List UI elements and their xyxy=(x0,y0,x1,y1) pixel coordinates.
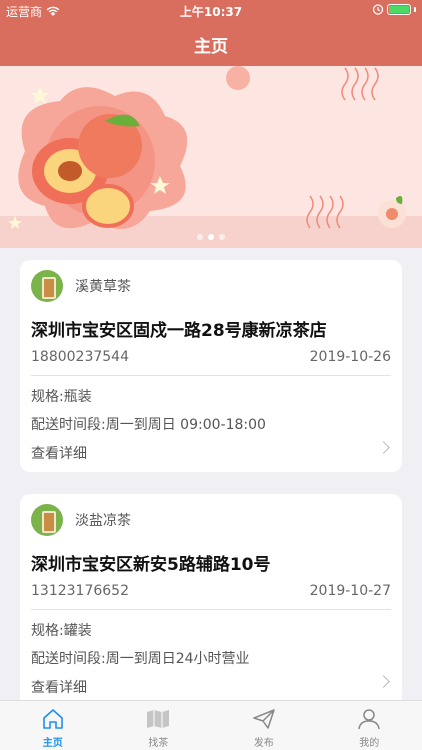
delivery-time: 配送时间段:周一到周日 09:00-18:00 xyxy=(31,417,266,433)
peach-banner-illustration xyxy=(0,66,422,248)
tea-name: 溪黄草茶 xyxy=(75,279,131,295)
view-detail-link[interactable]: 查看详细 xyxy=(31,677,87,697)
battery-tip xyxy=(414,6,416,12)
shop-address: 深圳市宝安区固戍一路28号康新凉茶店 xyxy=(31,321,327,341)
divider xyxy=(31,375,391,376)
pager-dot[interactable] xyxy=(219,234,225,240)
send-icon xyxy=(253,709,275,729)
spec-text: 规格:罐装 xyxy=(31,623,92,639)
battery-icon xyxy=(387,3,411,15)
tea-avatar xyxy=(31,504,63,536)
post-date: 2019-10-26 xyxy=(309,349,391,365)
post-date: 2019-10-27 xyxy=(309,583,391,599)
phone-number: 18800237544 xyxy=(31,349,129,365)
tab-label: 主页 xyxy=(42,738,63,749)
shop-address: 深圳市宝安区新安5路辅路10号 xyxy=(31,555,271,575)
tab-bar: 主页 找茶 发布 我的 xyxy=(0,700,422,750)
map-icon xyxy=(147,710,170,728)
status-bar: 运营商 上午10:37 xyxy=(0,0,422,22)
banner-pager xyxy=(0,234,422,240)
view-detail-link[interactable]: 查看详细 xyxy=(31,443,87,463)
spec-text: 规格:瓶装 xyxy=(31,389,92,405)
tab-label: 发布 xyxy=(253,738,274,749)
banner-carousel[interactable] xyxy=(0,66,422,248)
tab-label: 找茶 xyxy=(148,738,169,749)
divider xyxy=(31,609,391,610)
tea-card[interactable]: 溪黄草茶 深圳市宝安区固戍一路28号康新凉茶店 18800237544 2019… xyxy=(20,260,402,472)
tab-home[interactable]: 主页 xyxy=(0,701,106,750)
alarm-icon xyxy=(372,4,384,15)
status-time: 上午10:37 xyxy=(179,5,243,19)
chevron-right-icon[interactable] xyxy=(377,441,390,454)
home-icon xyxy=(42,709,63,729)
tea-name: 淡盐凉茶 xyxy=(75,513,131,529)
user-icon xyxy=(358,709,380,730)
tab-publish[interactable]: 发布 xyxy=(211,701,317,750)
tab-mine[interactable]: 我的 xyxy=(317,701,422,750)
chevron-right-icon[interactable] xyxy=(377,675,390,688)
tab-find-tea[interactable]: 找茶 xyxy=(106,701,212,750)
tea-card[interactable]: 淡盐凉茶 深圳市宝安区新安5路辅路10号 13123176652 2019-10… xyxy=(20,494,402,700)
delivery-time: 配送时间段:周一到周日24小时营业 xyxy=(31,651,250,667)
pager-dot[interactable] xyxy=(197,234,203,240)
tab-label: 我的 xyxy=(359,738,380,749)
pager-dot[interactable] xyxy=(208,234,214,240)
tea-avatar xyxy=(31,270,63,302)
tea-list[interactable]: 溪黄草茶 深圳市宝安区固戍一路28号康新凉茶店 18800237544 2019… xyxy=(0,248,422,700)
page-title: 主页 xyxy=(194,36,228,57)
nav-bar: 主页 xyxy=(0,22,422,66)
phone-number: 13123176652 xyxy=(31,583,129,599)
